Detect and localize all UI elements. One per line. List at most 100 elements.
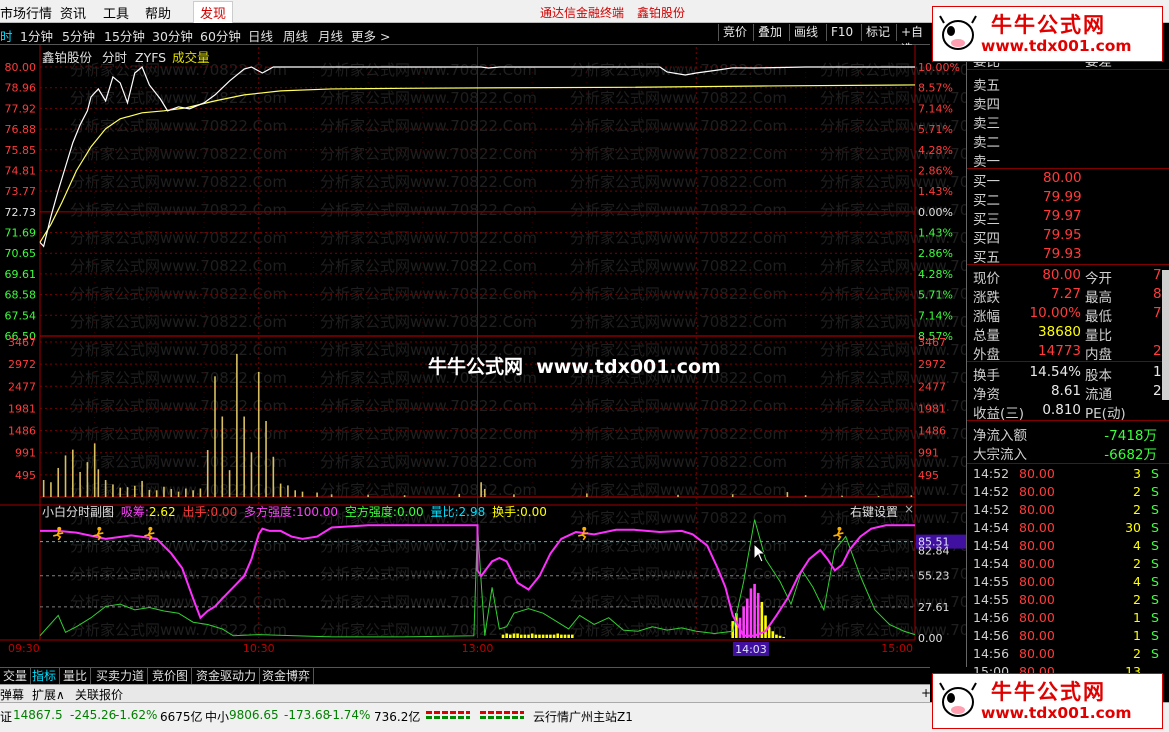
volume-axis-label: 3467 [8, 336, 36, 349]
period-5min[interactable]: 5分钟 [62, 26, 95, 45]
price-axis-label: 74.81 [5, 164, 37, 177]
stat-label-2: 最低 [1085, 309, 1112, 325]
buy-level-label: 买三 [973, 212, 1000, 228]
menu-news[interactable]: 资讯 [60, 3, 86, 22]
tick-volume: 4 [1133, 538, 1141, 553]
period-intraday[interactable]: 时 [0, 26, 13, 45]
stat-label: 涨幅 [973, 309, 1000, 325]
overlay-button[interactable]: 叠加 [753, 24, 786, 41]
price-axis-label: 69.61 [5, 268, 37, 281]
volume-axis-label: 1981 [8, 402, 36, 415]
background-watermark: 分析家公式网www.70822.Com [570, 89, 787, 107]
tab-indicator[interactable]: 指标 [29, 668, 61, 684]
background-watermark: 分析家公式网www.70822.Com [70, 257, 287, 275]
stat-label-2: 量比 [1085, 328, 1112, 344]
buy-level-price: 79.95 [1043, 227, 1082, 243]
background-watermark: 分析家公式网www.70822.Com [70, 313, 287, 331]
index2-pct: -1.74% [328, 708, 371, 722]
period-15min[interactable]: 15分钟 [104, 26, 145, 45]
menu-help[interactable]: 帮助 [145, 3, 171, 22]
tab-volume-ratio[interactable]: 量比 [60, 668, 92, 684]
period-more[interactable]: 更多 > [351, 26, 390, 45]
index1-name: 证 [0, 710, 13, 724]
pct-axis-label: 5.71% [918, 289, 953, 302]
server-name[interactable]: 云行情广州主站Z1 [533, 708, 633, 725]
period-1min[interactable]: 1分钟 [20, 26, 53, 45]
background-watermark: 分析家公式网www.70822.Com [570, 145, 787, 163]
expand-button[interactable]: 扩展∧ [32, 686, 65, 703]
background-watermark: 分析家公式网www.70822.Com [70, 369, 287, 387]
tick-side: S [1151, 628, 1159, 643]
menu-tools[interactable]: 工具 [103, 3, 129, 22]
cow-logo-icon [939, 13, 977, 53]
tick-time: 14:56 [973, 628, 1010, 643]
background-watermark: 分析家公式网www.70822.Com [70, 621, 287, 639]
draw-line-button[interactable]: 画线 [789, 24, 822, 41]
tick-time: 14:56 [973, 610, 1010, 625]
buy-level-label: 买五 [973, 250, 1000, 266]
indicator-close-icon[interactable]: × [904, 502, 914, 516]
tick-price: 80.00 [1019, 484, 1055, 499]
volume-axis-label: 3467 [918, 336, 946, 349]
tab-buy-sell-force[interactable]: 买卖力道 [93, 668, 149, 684]
sell-level-label: 卖三 [973, 116, 1000, 132]
pct-axis-label: 10.00% [918, 61, 960, 74]
tab-fund-drive[interactable]: 资金驱动力 [193, 668, 261, 684]
divider [967, 168, 1169, 169]
logo-badge: 牛牛公式网 www.tdx001.com [932, 6, 1163, 62]
period-weekly[interactable]: 周线 [283, 26, 308, 45]
time-axis-label: 10:30 [243, 642, 275, 655]
period-monthly[interactable]: 月线 [318, 26, 343, 45]
auction-button[interactable]: 竞价 [718, 24, 751, 41]
tab-fund-game[interactable]: 资金博弈 [259, 668, 315, 684]
menu-discover[interactable]: 发现 [193, 1, 234, 24]
indicator-settings-link[interactable]: 右键设置 [850, 503, 898, 520]
stock-title-link[interactable]: 鑫铂股份 [637, 4, 685, 21]
period-60min[interactable]: 60分钟 [200, 26, 241, 45]
add-watchlist-button[interactable]: +自选 [896, 24, 930, 56]
tab-volume[interactable]: 交量 [0, 668, 32, 684]
price-axis-label: 70.65 [5, 247, 37, 260]
ind-hs-value: 0.00 [520, 505, 547, 519]
price-axis-label: 78.96 [5, 82, 37, 95]
price-axis-label: 71.69 [5, 227, 37, 240]
finance-label-2: PE(动) [1085, 406, 1126, 422]
menu-market[interactable]: 市场行情 [0, 3, 52, 22]
background-watermark: 分析家公式网www.70822.Com [320, 173, 537, 191]
danmaku-button[interactable]: 弹幕 [0, 686, 24, 703]
add-icon[interactable]: + [921, 686, 931, 700]
mark-button[interactable]: 标记 [861, 24, 894, 41]
background-watermark: 分析家公式网www.70822.Com [320, 593, 537, 611]
overlay-watermark-text: 牛牛公式网 www.tdx001.com [428, 356, 721, 378]
tick-side: S [1151, 502, 1159, 517]
indicator-axis-label: 82.84 [918, 545, 950, 558]
volume-axis-label: 495 [918, 469, 939, 482]
index1-value: 14867.5 [13, 708, 63, 722]
chart-header: 鑫铂股份 分时 ZYFS 成交量 [42, 47, 210, 66]
tab-auction-chart[interactable]: 竞价图 [149, 668, 193, 684]
f10-button[interactable]: F10 [826, 24, 857, 41]
indicator-name: 小白分时副图 [42, 505, 115, 519]
related-quote-button[interactable]: 关联报价 [75, 686, 123, 703]
background-watermark: 分析家公式网www.70822.Com [70, 453, 287, 471]
tick-price: 80.00 [1019, 466, 1055, 481]
app-title-link[interactable]: 通达信金融终端 [540, 4, 624, 21]
sell-level-label: 卖二 [973, 135, 1000, 151]
background-watermark: 分析家公式网www.70822.Com [570, 509, 787, 527]
flow-value: -7418万 [1104, 428, 1157, 444]
quote-scrollbar[interactable] [1162, 270, 1169, 400]
indicator-axis-label: 55.23 [918, 570, 950, 583]
stat-value: 7.27 [1050, 286, 1081, 302]
stat-label: 总量 [973, 328, 1000, 344]
index2-name: 中小 [205, 710, 230, 724]
indicator-axis-label: 0.00 [918, 632, 943, 645]
stat-label: 现价 [973, 271, 1000, 287]
period-30min[interactable]: 30分钟 [152, 26, 193, 45]
tick-time: 14:55 [973, 574, 1010, 589]
tick-time: 14:52 [973, 484, 1010, 499]
tick-volume: 2 [1133, 502, 1141, 517]
buy-level-price: 79.97 [1043, 208, 1082, 224]
badge-url: www.tdx001.com [981, 37, 1132, 55]
period-daily[interactable]: 日线 [248, 26, 273, 45]
chart-mode: 分时 [102, 50, 128, 65]
